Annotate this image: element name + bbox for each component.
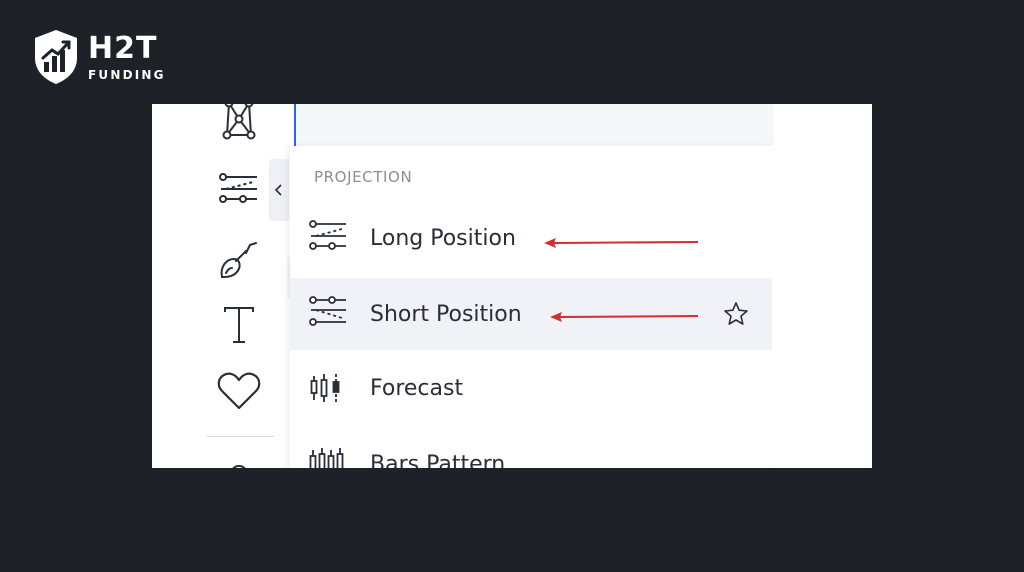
projection-icon bbox=[219, 173, 257, 203]
search-field-area[interactable] bbox=[294, 104, 774, 146]
brand-subtitle: FUNDING bbox=[88, 67, 166, 82]
lock-icon bbox=[232, 465, 246, 468]
menu-item-label: Forecast bbox=[370, 375, 464, 401]
menu-item-label: Long Position bbox=[370, 225, 516, 251]
long-position-icon bbox=[309, 220, 346, 250]
menu-item-bars-pattern[interactable]: Bars Pattern bbox=[290, 428, 772, 468]
annotation-arrow-long bbox=[544, 238, 699, 248]
menu-section-header: PROJECTION bbox=[314, 168, 413, 186]
toolbar-pattern-tool[interactable] bbox=[214, 104, 264, 146]
projection-menu: PROJECTION Long Position Short Position … bbox=[290, 146, 772, 468]
toolbar-more-tool[interactable] bbox=[214, 444, 264, 468]
collapse-submenu-tab[interactable] bbox=[269, 159, 289, 221]
brush-icon bbox=[220, 242, 257, 279]
toolbar-divider bbox=[207, 436, 274, 437]
forecast-icon bbox=[310, 374, 340, 402]
toolbar-favorites[interactable] bbox=[214, 366, 264, 416]
menu-item-forecast[interactable]: Forecast bbox=[290, 352, 772, 424]
bars-pattern-icon bbox=[309, 448, 344, 468]
toolbar-text-tool[interactable] bbox=[214, 300, 264, 350]
pattern-icon bbox=[222, 104, 256, 140]
toolbar-projection-tool[interactable] bbox=[214, 166, 264, 216]
annotation-arrow-short bbox=[550, 312, 699, 322]
text-icon bbox=[224, 307, 254, 343]
menu-item-label: Short Position bbox=[370, 301, 522, 327]
shield-chart-icon bbox=[35, 30, 77, 84]
short-position-icon bbox=[309, 296, 346, 326]
brand-name: H2T bbox=[88, 30, 158, 66]
menu-item-label: Bars Pattern bbox=[370, 451, 506, 469]
chevron-left-icon bbox=[274, 184, 282, 196]
heart-icon bbox=[217, 372, 261, 410]
screenshot-panel: H2T FUNDING PROJECTION Long Position bbox=[152, 104, 872, 468]
brand-text: H2T FUNDING bbox=[88, 30, 166, 82]
brand-logo: H2T FUNDING bbox=[32, 28, 166, 86]
toolbar-brush-tool[interactable] bbox=[214, 236, 264, 286]
star-icon[interactable] bbox=[722, 300, 750, 328]
